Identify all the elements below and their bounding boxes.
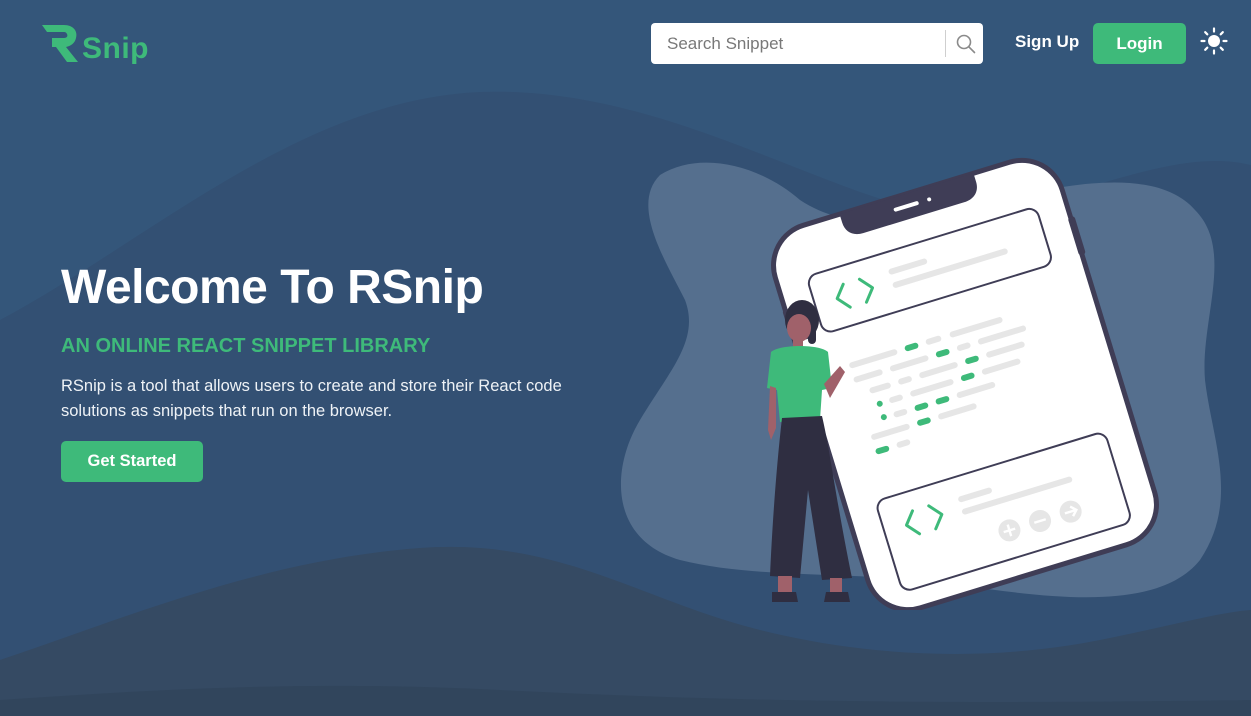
get-started-button[interactable]: Get Started <box>61 441 203 482</box>
search-divider <box>945 30 946 57</box>
hero-subtitle: AN ONLINE REACT SNIPPET LIBRARY <box>61 335 431 357</box>
logo[interactable]: Snip <box>40 22 149 64</box>
search-bar <box>651 23 983 64</box>
logo-text: Snip <box>82 32 149 65</box>
logo-r-icon <box>42 25 78 62</box>
search-input[interactable] <box>651 23 942 64</box>
search-button[interactable] <box>951 23 981 64</box>
header: Snip Sign Up Login <box>0 0 1251 88</box>
search-icon <box>956 34 976 53</box>
hero-section: Welcome To RSnip AN ONLINE REACT SNIPPET… <box>61 258 621 482</box>
hero-illustration <box>767 157 1159 610</box>
hero-description: RSnip is a tool that allows users to cre… <box>61 377 562 420</box>
signup-link[interactable]: Sign Up <box>1015 32 1079 52</box>
hero-title: Welcome To RSnip <box>61 261 484 314</box>
login-button[interactable]: Login <box>1093 23 1186 64</box>
sun-icon[interactable] <box>1200 27 1228 55</box>
